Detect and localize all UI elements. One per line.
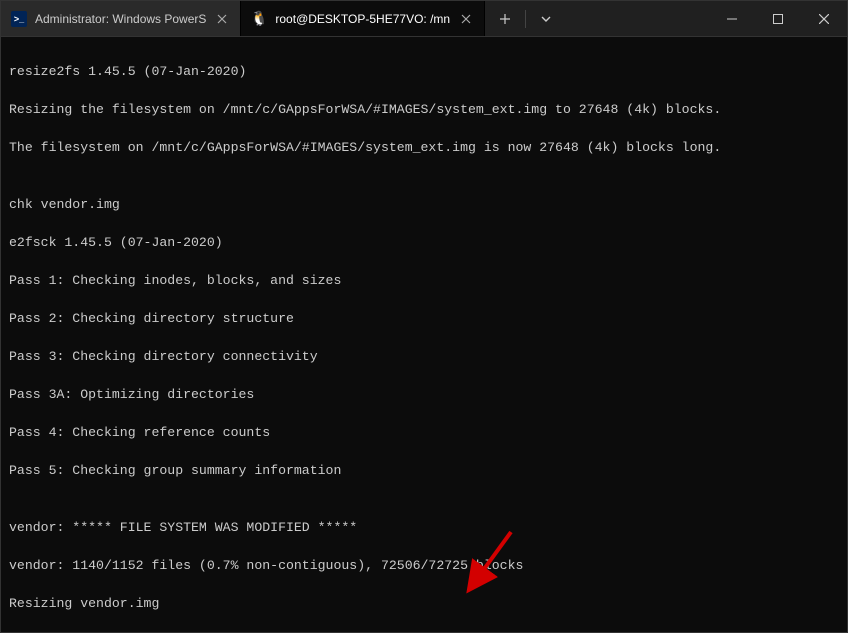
window-controls [709, 1, 847, 36]
terminal-line: Pass 3: Checking directory connectivity [9, 347, 839, 366]
tab-title: root@DESKTOP-5HE77VO: /mn [275, 12, 450, 26]
titlebar: >_ Administrator: Windows PowerS 🐧 root@… [1, 1, 847, 37]
terminal-line: Pass 1: Checking inodes, blocks, and siz… [9, 271, 839, 290]
terminal-line: Pass 4: Checking reference counts [9, 423, 839, 442]
close-window-button[interactable] [801, 1, 847, 37]
terminal-line: Pass 5: Checking group summary informati… [9, 461, 839, 480]
tab-strip: >_ Administrator: Windows PowerS 🐧 root@… [1, 1, 709, 36]
powershell-icon: >_ [11, 11, 27, 27]
tux-icon: 🐧 [251, 11, 267, 27]
close-tab-button[interactable] [458, 11, 474, 27]
terminal-line: vendor: ***** FILE SYSTEM WAS MODIFIED *… [9, 518, 839, 537]
tab-linux[interactable]: 🐧 root@DESKTOP-5HE77VO: /mn [241, 1, 485, 36]
tab-dropdown-button[interactable] [526, 1, 566, 37]
minimize-button[interactable] [709, 1, 755, 37]
terminal-line: chk vendor.img [9, 195, 839, 214]
terminal-line: vendor: 1140/1152 files (0.7% non-contig… [9, 556, 839, 575]
terminal-line: resize2fs 1.45.5 (07-Jan-2020) [9, 62, 839, 81]
terminal-line: Resizing the filesystem on /mnt/c/GAppsF… [9, 100, 839, 119]
tab-title: Administrator: Windows PowerS [35, 12, 206, 26]
terminal-line: e2fsck 1.45.5 (07-Jan-2020) [9, 233, 839, 252]
tab-actions [485, 1, 566, 36]
terminal-line: Pass 2: Checking directory structure [9, 309, 839, 328]
maximize-button[interactable] [755, 1, 801, 37]
new-tab-button[interactable] [485, 1, 525, 37]
terminal-line: Pass 3A: Optimizing directories [9, 385, 839, 404]
close-tab-button[interactable] [214, 11, 230, 27]
terminal-line: The filesystem on /mnt/c/GAppsForWSA/#IM… [9, 138, 839, 157]
terminal-line: Resizing vendor.img [9, 594, 839, 613]
tab-powershell[interactable]: >_ Administrator: Windows PowerS [1, 1, 241, 36]
terminal-output[interactable]: resize2fs 1.45.5 (07-Jan-2020) Resizing … [1, 37, 847, 632]
